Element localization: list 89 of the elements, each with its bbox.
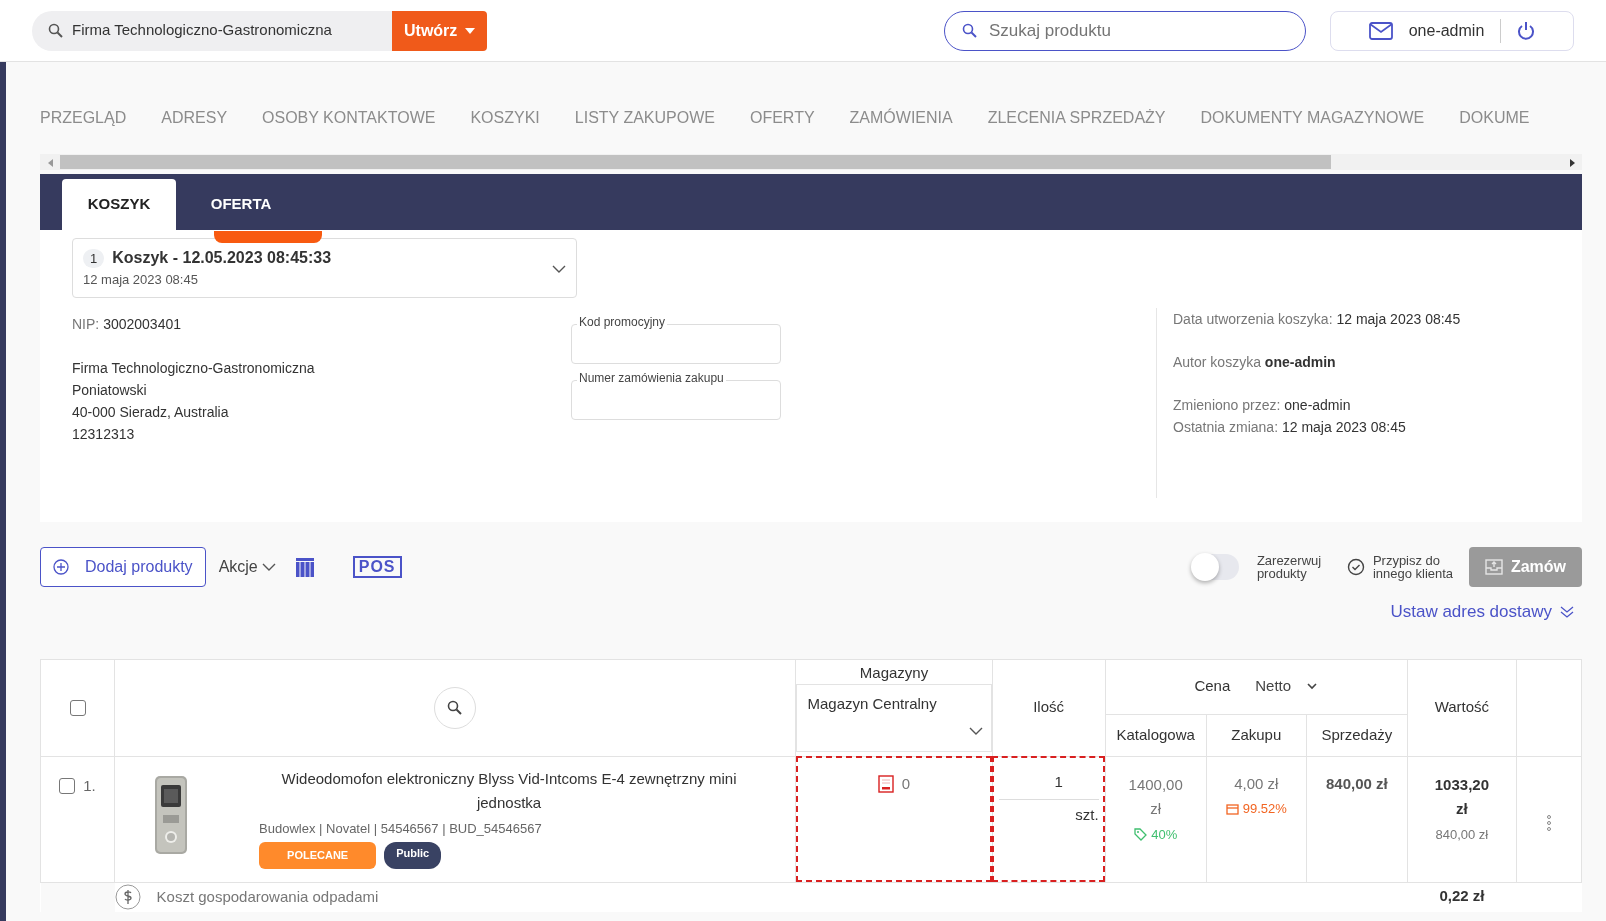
nav-tab[interactable]: ZAMÓWIENIA — [849, 106, 953, 130]
nav-tab[interactable]: LISTY ZAKUPOWE — [574, 106, 715, 130]
company-field[interactable]: Firma Technologiczno-Gastronomiczna — [32, 10, 392, 51]
scroll-right-icon[interactable] — [1569, 158, 1575, 167]
column-header: Wartość — [1434, 698, 1490, 716]
actions-dropdown[interactable]: Akcje — [213, 550, 281, 584]
column-header: Katalogowa — [1116, 725, 1195, 743]
power-icon — [1517, 20, 1536, 41]
select-all-checkbox[interactable] — [69, 700, 86, 717]
reserve-toggle[interactable] — [1192, 554, 1239, 580]
chevron-down-icon — [261, 562, 276, 572]
column-header: Ilość — [1033, 698, 1065, 716]
nav-tab[interactable]: PRZEGLĄD — [40, 106, 127, 130]
nav-tab[interactable]: DOKUMENTY MAGAZYNOWE — [1200, 106, 1425, 130]
document-tab[interactable]: KOSZYK — [62, 179, 176, 230]
delivery-address-link[interactable]: Ustaw adres dostawy — [1390, 599, 1552, 625]
column-header: Sprzedaży — [1321, 725, 1393, 743]
stock-document-icon — [877, 774, 894, 793]
tag: Public — [384, 842, 442, 869]
nav-tab[interactable]: KOSZYKI — [470, 106, 540, 130]
row-number: 1. — [83, 775, 96, 796]
info-value: one-admin — [1264, 354, 1336, 370]
quantity-field[interactable]: 1 — [998, 770, 1099, 800]
tag: POLECANE — [259, 842, 377, 869]
chevron-down-icon — [1307, 683, 1318, 690]
product-name[interactable]: Wideodomofon elektroniczny Blyss Vid-Intcoms E-4 zewnętrzny mini jednostka — [259, 766, 760, 815]
chevron-down-icon — [968, 725, 983, 736]
nip-value: 3002003401 — [103, 316, 181, 332]
calendar-icon — [1225, 802, 1239, 815]
fee-value: 0,22 zł — [1439, 886, 1485, 904]
chevron-down-icon — [552, 263, 566, 274]
column-header: Zakupu — [1231, 725, 1282, 743]
horizontal-scrollbar[interactable] — [40, 154, 1582, 170]
search-icon — [962, 22, 978, 39]
sale-price: 840,00 zł — [1325, 774, 1388, 792]
info-label: Autor koszyka — [1173, 354, 1261, 370]
stock-count: 0 — [901, 773, 911, 794]
purchase-price: 4,00 zł — [1233, 773, 1280, 794]
nip-label: NIP: — [72, 316, 100, 332]
address-line: 12312313 — [72, 425, 136, 444]
price-type-dropdown[interactable]: Netto — [1254, 674, 1319, 699]
row-value: 1033,20 zł — [1433, 774, 1490, 819]
product-search-field[interactable]: Szukaj produktu — [944, 10, 1306, 51]
nav-tab[interactable]: OSOBY KONTAKTOWE — [262, 106, 436, 130]
create-button[interactable]: Utwórz — [392, 10, 488, 51]
mail-icon — [1368, 21, 1393, 40]
product-meta: Budowlex | Novatel | 54546567 | BUD_54546567 — [259, 819, 543, 838]
inbox-icon — [1484, 559, 1503, 575]
plus-circle-icon — [53, 559, 69, 575]
assign-customer-link[interactable]: Przypisz do innego klienta — [1372, 554, 1461, 580]
row-checkbox[interactable] — [59, 777, 76, 794]
row-value-net: 840,00 zł — [1434, 825, 1490, 844]
kebab-menu-icon[interactable] — [1546, 814, 1551, 831]
unit-label: szt. — [1074, 805, 1099, 825]
column-header: Cena — [1194, 676, 1231, 697]
nav-tab[interactable]: DOKUME — [1459, 106, 1530, 130]
info-value: 12 maja 2023 08:45 — [1336, 311, 1461, 327]
field-label: Kod promocyjny — [577, 315, 668, 329]
field-label: Numer zamówienia zakupu — [577, 371, 726, 385]
address-line: 40-000 Sieradz, Australia — [72, 403, 230, 422]
info-label: Ostatnia zmiana: — [1173, 419, 1279, 435]
columns-icon[interactable] — [294, 557, 315, 577]
nav-tab[interactable]: OFERTY — [749, 106, 815, 130]
address-line: Poniatowski — [72, 381, 148, 400]
catalog-price: 1400,00 zł — [1127, 774, 1184, 819]
nav-tab[interactable]: ADRESY — [161, 106, 228, 130]
caret-icon — [465, 27, 476, 34]
address-line: Firma Technologiczno-Gastronomiczna — [72, 359, 316, 378]
scroll-left-icon[interactable] — [47, 158, 53, 167]
discount-percent: 40% — [1151, 825, 1178, 844]
reserve-label: Zarezerwuj produkty — [1256, 554, 1323, 580]
info-value: one-admin — [1284, 397, 1351, 413]
fee-label: Koszt gospodarowania odpadami — [156, 887, 379, 907]
add-products-button[interactable]: Dodaj produkty — [40, 547, 206, 587]
info-label: Zmieniono przez: — [1173, 397, 1281, 413]
double-chevron-icon — [1560, 604, 1574, 619]
tag-icon — [1134, 827, 1148, 841]
column-header: Magazyny — [858, 662, 930, 683]
info-label: Data utworzenia koszyka: — [1173, 311, 1333, 327]
nav-tab[interactable]: ZLECENIA SPRZEDAŻY — [987, 106, 1166, 130]
document-tab[interactable]: OFERTA — [184, 179, 298, 230]
check-circle-icon — [1346, 558, 1365, 576]
info-value: 12 maja 2023 08:45 — [1281, 419, 1406, 435]
search-icon — [447, 699, 464, 716]
pos-button[interactable]: POS — [352, 556, 402, 578]
margin-percent: 99.52% — [1242, 800, 1287, 818]
warehouse-select[interactable]: Magazyn Centralny — [796, 684, 992, 752]
cart-select[interactable]: 1 Koszyk - 12.05.2023 08:45:33 12 maja 2023 08:45 — [72, 238, 577, 298]
search-icon — [48, 22, 64, 39]
